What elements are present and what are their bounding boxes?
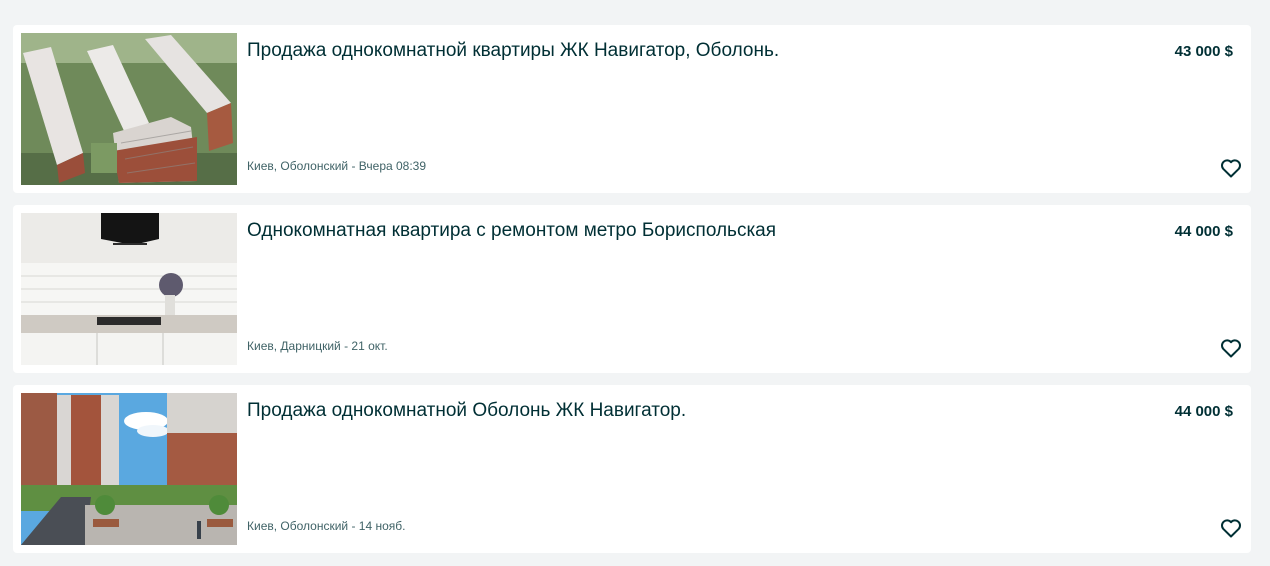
listing-location-date: Киев, Оболонский - 14 нояб. — [247, 519, 406, 533]
heart-outline-icon[interactable] — [1219, 516, 1243, 540]
listing-price: 43 000 $ — [1174, 43, 1233, 60]
listing-location-date: Киев, Оболонский - Вчера 08:39 — [247, 159, 427, 173]
listing-photo-kitchen[interactable] — [21, 213, 237, 365]
listing-card[interactable]: Продажа однокомнатной квартиры ЖК Навига… — [13, 25, 1251, 193]
listing-list: Продажа однокомнатной квартиры ЖК Навига… — [13, 25, 1251, 565]
listing-location-date: Киев, Дарницкий - 21 окт. — [247, 339, 388, 353]
heart-outline-icon[interactable] — [1219, 156, 1243, 180]
listing-title[interactable]: Продажа однокомнатной Оболонь ЖК Навигат… — [247, 399, 686, 423]
listing-price: 44 000 $ — [1174, 403, 1233, 420]
listing-photo-courtyard[interactable] — [21, 393, 237, 545]
listing-card[interactable]: Продажа однокомнатной Оболонь ЖК Навигат… — [13, 385, 1251, 553]
listing-photo-building-complex[interactable] — [21, 33, 237, 185]
listing-card[interactable]: Однокомнатная квартира с ремонтом метро … — [13, 205, 1251, 373]
listing-price: 44 000 $ — [1174, 223, 1233, 240]
listing-title[interactable]: Продажа однокомнатной квартиры ЖК Навига… — [247, 39, 779, 63]
heart-outline-icon[interactable] — [1219, 336, 1243, 360]
listing-title[interactable]: Однокомнатная квартира с ремонтом метро … — [247, 219, 776, 243]
